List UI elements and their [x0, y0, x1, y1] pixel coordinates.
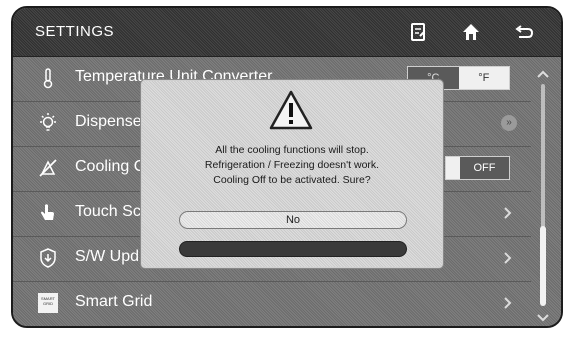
no-button[interactable]: No — [179, 211, 407, 229]
dialog-message-line: Refrigeration / Freezing doesn't work. — [204, 159, 380, 171]
page-title: SETTINGS — [35, 23, 115, 40]
dialog-message-line: Cooling Off to be activated. Sure? — [213, 174, 371, 186]
settings-row-smart-grid[interactable]: SMART GRID Smart Grid — [13, 281, 531, 326]
back-icon[interactable] — [513, 21, 535, 43]
chevron-right-icon — [503, 249, 513, 267]
chevron-up-icon[interactable] — [536, 66, 550, 78]
toggle-knob — [446, 157, 460, 179]
toggle-state-label: OFF — [473, 162, 496, 174]
device-bezel: SETTINGS Temperature Unit Converter °C °… — [11, 6, 563, 328]
settings-screen: SETTINGS Temperature Unit Converter °C °… — [13, 8, 561, 326]
smart-grid-icon: SMART GRID — [38, 293, 58, 313]
cooling-off-toggle[interactable]: OFF — [445, 156, 510, 180]
touch-hand-icon — [37, 202, 59, 224]
settings-row-label: Smart Grid — [75, 293, 153, 310]
confirm-dialog: All the cooling functions will stop. Ref… — [141, 80, 443, 268]
dialog-message-line: All the cooling functions will stop. — [215, 144, 369, 156]
chevron-down-icon[interactable] — [536, 310, 550, 322]
list-scrollbar[interactable] — [533, 56, 553, 326]
info-icon[interactable]: » — [501, 115, 517, 131]
chevron-right-icon — [503, 204, 513, 222]
fahrenheit-option[interactable]: °F — [458, 67, 509, 89]
memo-icon[interactable] — [407, 21, 429, 43]
warning-icon — [268, 89, 314, 131]
home-icon[interactable] — [460, 21, 482, 43]
smart-grid-icon-text: SMART GRID — [41, 296, 55, 306]
settings-row-label: Dispense — [75, 113, 142, 130]
dialog-message: All the cooling functions will stop. Ref… — [152, 143, 432, 188]
top-bar: SETTINGS — [13, 8, 561, 57]
yes-button[interactable] — [179, 241, 407, 257]
settings-row-label: Touch Sc — [75, 203, 141, 220]
thermometer-icon — [37, 67, 59, 89]
settings-row-label: S/W Upd — [75, 248, 140, 265]
chevron-right-icon — [503, 294, 513, 312]
scrollbar-thumb[interactable] — [540, 226, 546, 306]
cooling-off-icon — [37, 157, 59, 179]
shield-icon — [37, 247, 59, 269]
lightbulb-icon — [37, 112, 59, 134]
